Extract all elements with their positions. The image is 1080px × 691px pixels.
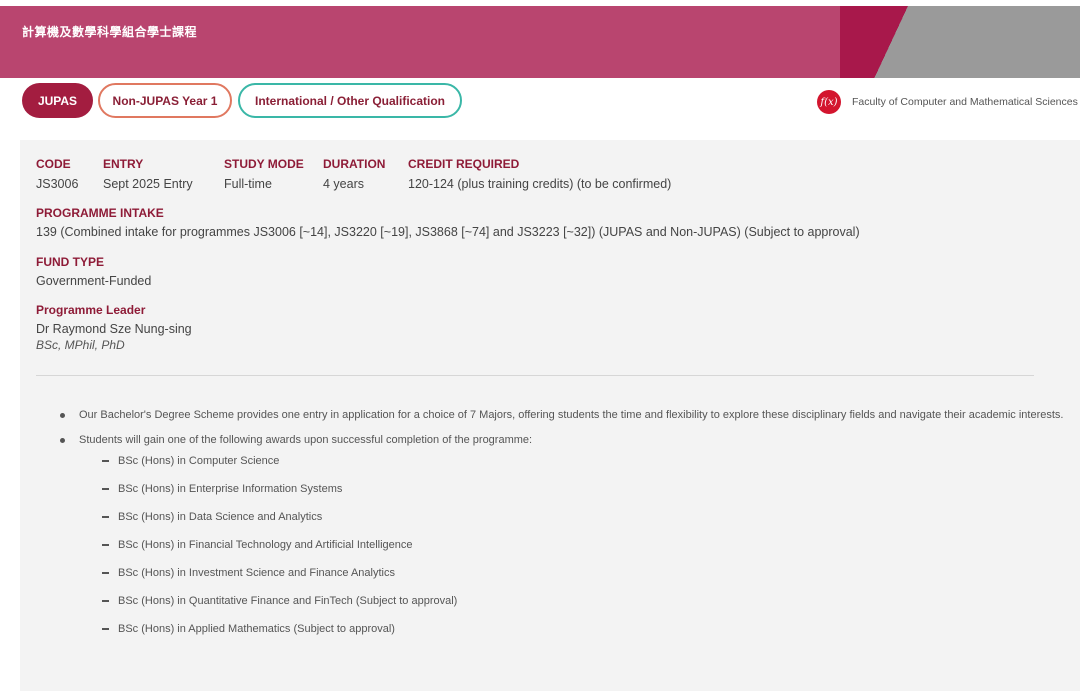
fund-type-value: Government-Funded (36, 274, 152, 288)
award-item: BSc (Hons) in Financial Technology and A… (102, 536, 1068, 564)
duration-field: DURATION 4 years (323, 157, 385, 191)
programme-leader-name: Dr Raymond Sze Nung-sing (36, 322, 192, 336)
awards-list: BSc (Hons) in Computer Science BSc (Hons… (79, 452, 1068, 648)
entry-field: ENTRY Sept 2025 Entry (103, 157, 193, 191)
entry-value: Sept 2025 Entry (103, 177, 193, 191)
faculty-link[interactable]: f(x) Faculty of Computer and Mathematica… (817, 90, 1078, 114)
tab-bar: JUPAS Non-JUPAS Year 1 International / O… (0, 78, 1080, 140)
intake-value: 139 (Combined intake for programmes JS30… (36, 225, 860, 239)
award-item: BSc (Hons) in Computer Science (102, 452, 1068, 480)
banner-maroon-stripe (840, 6, 930, 78)
study-mode-label: STUDY MODE (224, 157, 304, 171)
page-title: 計算機及數學科學組合學士課程 (22, 25, 198, 39)
tab-jupas[interactable]: JUPAS (22, 83, 93, 118)
fund-type-section: FUND TYPE Government-Funded (36, 255, 151, 288)
code-value: JS3006 (36, 177, 79, 191)
faculty-logo-icon: f(x) (817, 90, 841, 114)
award-item: BSc (Hons) in Applied Mathematics (Subje… (102, 620, 1068, 648)
entry-label: ENTRY (103, 157, 144, 171)
list-item: Our Bachelor's Degree Scheme provides on… (58, 406, 1068, 425)
intake-section: PROGRAMME INTAKE 139 (Combined intake fo… (36, 206, 860, 239)
bullet-text: Our Bachelor's Degree Scheme provides on… (79, 409, 1064, 421)
faculty-name: Faculty of Computer and Mathematical Sci… (852, 96, 1078, 108)
list-item: Students will gain one of the following … (58, 431, 1068, 648)
study-mode-field: STUDY MODE Full-time (224, 157, 304, 191)
programme-leader-label: Programme Leader (36, 303, 146, 317)
section-divider (36, 375, 1034, 376)
programme-highlights: Our Bachelor's Degree Scheme provides on… (58, 406, 1068, 648)
header-banner: 計算機及數學科學組合學士課程 (0, 6, 1080, 78)
credit-field: CREDIT REQUIRED 120-124 (plus training c… (408, 157, 671, 191)
tab-non-jupas-year-1[interactable]: Non-JUPAS Year 1 (98, 83, 232, 118)
code-label: CODE (36, 157, 71, 171)
award-item: BSc (Hons) in Quantitative Finance and F… (102, 592, 1068, 620)
fund-type-label: FUND TYPE (36, 255, 105, 269)
bullet-text: Students will gain one of the following … (79, 434, 533, 446)
intake-label: PROGRAMME INTAKE (36, 206, 164, 220)
award-item: BSc (Hons) in Enterprise Information Sys… (102, 480, 1068, 508)
programme-leader-degrees: BSc, MPhil, PhD (36, 338, 125, 352)
study-mode-value: Full-time (224, 177, 272, 191)
award-item: BSc (Hons) in Data Science and Analytics (102, 508, 1068, 536)
duration-label: DURATION (323, 157, 386, 171)
credit-value: 120-124 (plus training credits) (to be c… (408, 177, 672, 191)
duration-value: 4 years (323, 177, 364, 191)
award-item: BSc (Hons) in Investment Science and Fin… (102, 564, 1068, 592)
credit-label: CREDIT REQUIRED (408, 157, 520, 171)
programme-info-panel: CODE JS3006 ENTRY Sept 2025 Entry STUDY … (20, 140, 1080, 691)
code-field: CODE JS3006 (36, 157, 78, 191)
tab-international-other-qualification[interactable]: International / Other Qualification (238, 83, 462, 118)
programme-leader-section: Programme Leader Dr Raymond Sze Nung-sin… (36, 303, 192, 352)
